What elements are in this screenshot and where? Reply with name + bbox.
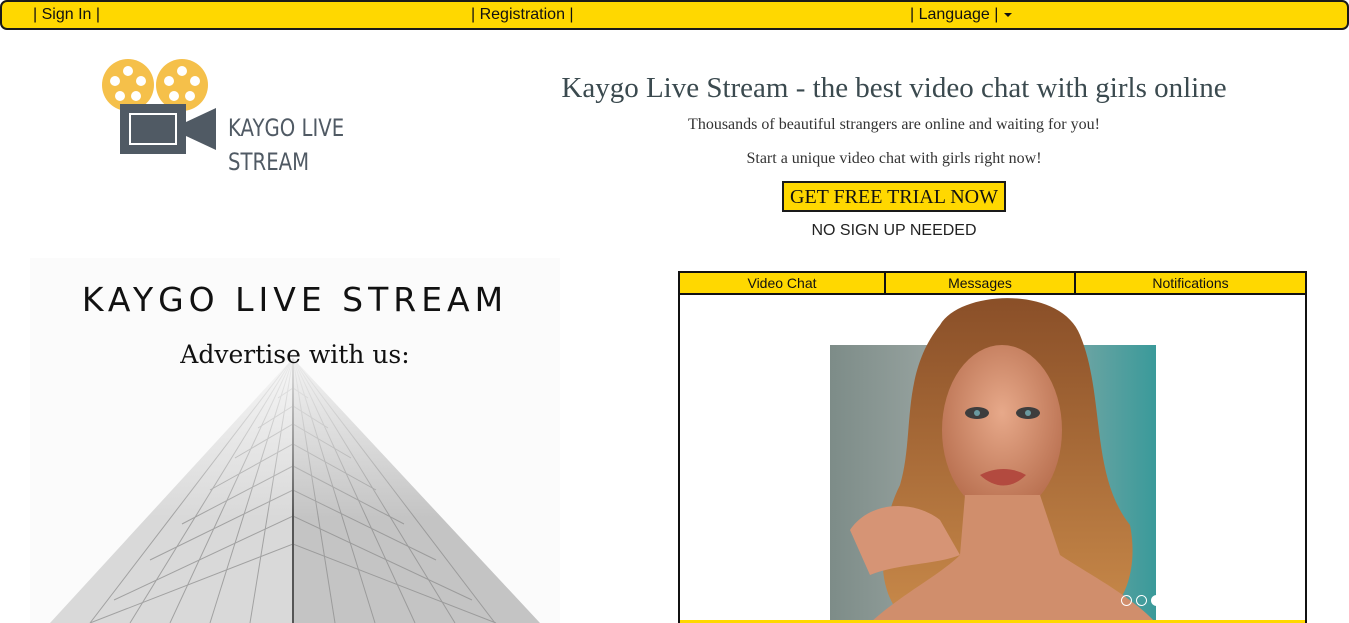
tab-notifications[interactable]: Notifications (1076, 273, 1305, 293)
logo-text-line1: KAYGO LIVE (228, 114, 345, 142)
widget-tabs: Video Chat Messages Notifications (680, 273, 1305, 295)
top-nav-bar: | Sign In | | Registration | | Language … (0, 0, 1349, 30)
logo-text-line2: STREAM (228, 148, 310, 176)
sign-in-link[interactable]: | Sign In | (33, 6, 100, 24)
ad-subtitle: Advertise with us: (180, 340, 410, 369)
profile-image (830, 295, 1156, 623)
carousel-dot-1[interactable] (1121, 595, 1132, 606)
page-title: Kaygo Live Stream - the best video chat … (561, 72, 1227, 104)
camera-reel-icon (102, 59, 216, 154)
carousel-dot-3[interactable] (1151, 595, 1156, 606)
tab-messages[interactable]: Messages (886, 273, 1076, 293)
free-trial-button[interactable]: GET FREE TRIAL NOW (782, 181, 1006, 212)
caret-down-icon (1004, 12, 1013, 17)
tab-video-chat[interactable]: Video Chat (680, 273, 886, 293)
advertise-banner[interactable]: KAYGO LIVE STREAM Advertise with us: (30, 258, 560, 623)
language-label: | Language | (910, 6, 999, 23)
hero-section: Kaygo Live Stream - the best video chat … (520, 70, 1268, 240)
ad-title: KAYGO LIVE STREAM (81, 280, 509, 319)
hero-subtitle-2: Start a unique video chat with girls rig… (746, 150, 1042, 167)
carousel-dot-2[interactable] (1136, 595, 1147, 606)
language-dropdown[interactable]: | Language | (910, 6, 1013, 24)
site-logo[interactable]: KAYGO LIVE STREAM (100, 58, 350, 183)
hero-subtitle: Thousands of beautiful strangers are onl… (688, 116, 1100, 133)
registration-link[interactable]: | Registration | (471, 6, 574, 24)
profile-photo[interactable] (830, 295, 1156, 623)
chat-widget: Video Chat Messages Notifications (678, 271, 1307, 623)
no-signup-note: NO SIGN UP NEEDED (811, 222, 977, 239)
carousel-dots (1121, 595, 1156, 606)
